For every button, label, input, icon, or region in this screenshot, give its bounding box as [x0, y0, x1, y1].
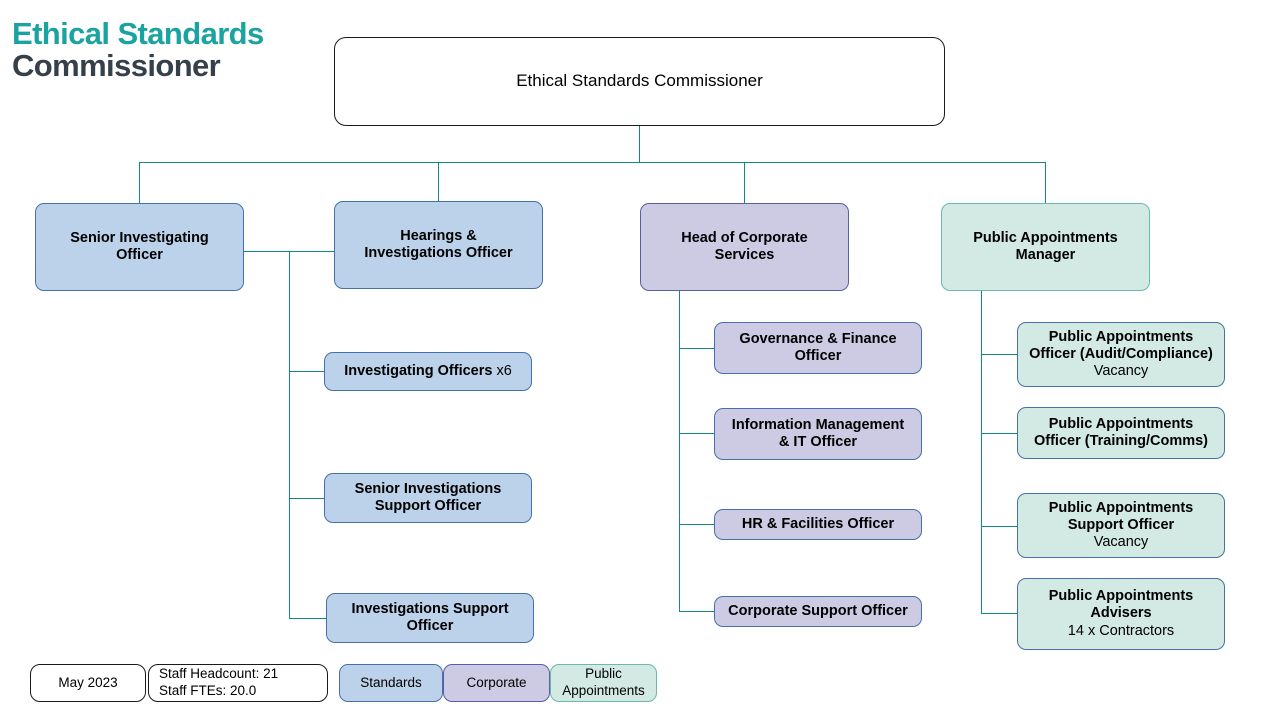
node-information-management-it-officer[interactable]: Information Management & IT Officer	[714, 408, 922, 460]
legend-key-standards: Standards	[339, 664, 443, 702]
connector-appointments-spine	[981, 291, 982, 614]
legend-key-corporate-label: Corporate	[466, 674, 527, 690]
connector-corporate-child-4	[679, 611, 715, 612]
node-title-row: Investigating Officers x6	[344, 363, 512, 380]
connector-appointments-child-4	[981, 613, 1018, 614]
connector-root-stem	[639, 126, 640, 163]
logo-line-1: Ethical Standards	[12, 16, 264, 51]
node-senior-investigating-officer[interactable]: Senior Investigating Officer	[35, 203, 244, 291]
node-title: Ethical Standards Commissioner	[516, 71, 763, 91]
legend-date: May 2023	[30, 664, 146, 702]
legend-key-appointments-line-1: Public	[585, 666, 622, 682]
node-title-line-2: Officer (Training/Comms)	[1033, 433, 1209, 449]
node-public-appointments-officer-audit-compliance[interactable]: Public Appointments Officer (Audit/Compl…	[1017, 322, 1225, 387]
node-title-line-1: Head of Corporate	[681, 229, 808, 246]
node-title-line-1: Public Appointments	[1048, 415, 1194, 432]
node-title-line-1: Public Appointments	[1048, 328, 1194, 345]
legend-ftes: Staff FTEs: 20.0	[159, 683, 257, 698]
connector-level2-bus	[139, 162, 1046, 163]
node-title-line-2: Services	[714, 247, 775, 263]
node-public-appointments-manager[interactable]: Public Appointments Manager	[941, 203, 1150, 291]
legend-headcount: Staff Headcount: 21	[159, 666, 279, 682]
node-title-line-2: Officer	[406, 618, 454, 634]
connector-appointments-child-2	[981, 433, 1018, 434]
node-title-line-1: Information Management	[731, 416, 905, 433]
connector-appointments-child-1	[981, 354, 1018, 355]
node-head-of-corporate-services[interactable]: Head of Corporate Services	[640, 203, 849, 291]
connector-corporate-child-2	[679, 433, 715, 434]
node-title: Corporate Support Officer	[728, 602, 908, 619]
node-status: 14 x Contractors	[1067, 622, 1175, 639]
connector-drop-hio	[438, 162, 439, 201]
legend-key-standards-label: Standards	[360, 674, 422, 690]
legend-date-text: May 2023	[58, 674, 118, 690]
connector-drop-hocs	[744, 162, 745, 203]
connector-standards-child-1	[289, 371, 325, 372]
node-public-appointments-officer-training-comms[interactable]: Public Appointments Officer (Training/Co…	[1017, 407, 1225, 459]
node-investigating-officers[interactable]: Investigating Officers x6	[324, 352, 532, 391]
node-title-line-1: Hearings &	[400, 227, 477, 244]
node-title-line-1: Senior Investigating	[70, 229, 209, 246]
organisation-logo: Ethical Standards Commissioner	[12, 18, 264, 81]
legend-key-public-appointments: Public Appointments	[550, 664, 657, 702]
legend-key-appointments-line-2: Appointments	[562, 683, 645, 698]
node-title: Investigating Officers	[344, 362, 493, 379]
legend-staff-stats: Staff Headcount: 21 Staff FTEs: 20.0	[148, 664, 328, 702]
org-chart-canvas: Ethical Standards Commissioner Ethical S…	[0, 0, 1280, 720]
node-status: Vacancy	[1093, 363, 1149, 380]
connector-appointments-child-3	[981, 526, 1018, 527]
node-hearings-investigations-officer[interactable]: Hearings & Investigations Officer	[334, 201, 543, 289]
node-status: Vacancy	[1093, 534, 1149, 551]
logo-line-2: Commissioner	[12, 48, 221, 83]
legend-key-corporate: Corporate	[443, 664, 550, 702]
node-title-line-2: Officer (Audit/Compliance)	[1029, 345, 1213, 362]
node-title-line-1: Public Appointments	[1048, 588, 1194, 605]
connector-corporate-spine	[679, 291, 680, 611]
connector-standards-child-2	[289, 498, 325, 499]
connector-standards-spine	[289, 251, 290, 618]
connector-standards-child-3	[289, 618, 326, 619]
node-count: x6	[492, 362, 512, 379]
node-title-line-1: Public Appointments	[1048, 499, 1194, 516]
node-title-line-1: Investigations Support	[351, 600, 509, 617]
connector-corporate-child-3	[679, 524, 715, 525]
node-corporate-support-officer[interactable]: Corporate Support Officer	[714, 596, 922, 627]
node-governance-finance-officer[interactable]: Governance & Finance Officer	[714, 322, 922, 374]
node-title-line-2: Officer	[794, 348, 842, 364]
node-ethical-standards-commissioner[interactable]: Ethical Standards Commissioner	[334, 37, 945, 126]
node-investigations-support-officer[interactable]: Investigations Support Officer	[326, 593, 534, 643]
node-title-line-2: Support Officer	[1067, 516, 1175, 533]
connector-corporate-child-1	[679, 348, 715, 349]
node-public-appointments-advisers[interactable]: Public Appointments Advisers 14 x Contra…	[1017, 578, 1225, 650]
node-title-line-2: Advisers	[1090, 605, 1152, 622]
node-title-line-2: Investigations Officer	[364, 245, 513, 261]
node-title-line-2: & IT Officer	[778, 434, 858, 450]
node-title: HR & Facilities Officer	[741, 515, 895, 532]
node-title-line-1: Senior Investigations	[354, 480, 502, 497]
node-senior-investigations-support-officer[interactable]: Senior Investigations Support Officer	[324, 473, 532, 523]
node-title-line-2: Support Officer	[374, 498, 482, 514]
connector-drop-pam	[1045, 162, 1046, 203]
node-title-line-2: Officer	[116, 247, 163, 263]
connector-drop-sio	[139, 162, 140, 203]
node-title-line-1: Governance & Finance	[739, 330, 897, 347]
node-title-line-1: Public Appointments	[973, 229, 1118, 246]
node-title-line-2: Manager	[1015, 247, 1076, 263]
node-hr-facilities-officer[interactable]: HR & Facilities Officer	[714, 509, 922, 540]
node-public-appointments-support-officer[interactable]: Public Appointments Support Officer Vaca…	[1017, 493, 1225, 558]
